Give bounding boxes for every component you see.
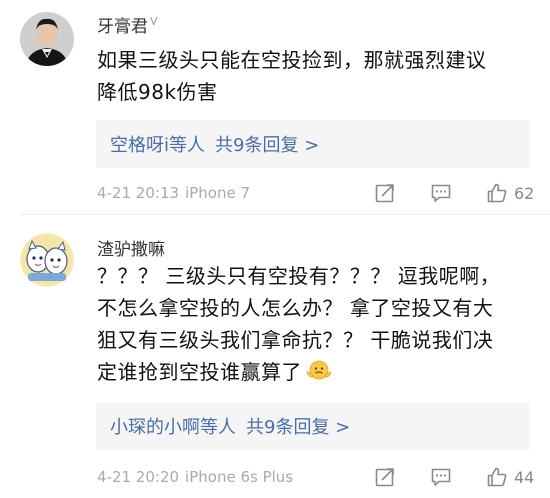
reply-count: 共9条回复 > (215, 135, 320, 156)
comment-content: 如果三级头只能在空投捡到，那就强烈建议 降低98k伤害 (97, 44, 537, 108)
comment-icon[interactable] (430, 466, 452, 488)
comment-item: 渣驴撒嘛 ？？？ 三级头只有空投有？？？ 逗我呢啊， 不怎么拿空投的人怎么办？ … (0, 215, 550, 498)
cartoon-cats-avatar-icon (20, 233, 74, 287)
timestamp-device: 4-21 20:13 iPhone 7 (97, 184, 250, 202)
comment-actions: 62 (374, 182, 536, 204)
thumbs-up-icon[interactable] (486, 182, 508, 204)
username[interactable]: 牙膏君 V (97, 12, 158, 37)
username-text: 渣驴撒嘛 (97, 240, 165, 260)
man-portrait-avatar-icon (20, 12, 74, 66)
username[interactable]: 渣驴撒嘛 (97, 235, 165, 260)
share-icon[interactable] (374, 182, 396, 204)
avatar[interactable] (20, 233, 74, 287)
replies-link[interactable]: 空格呀i等人 共9条回复 > (96, 120, 530, 168)
content-line: ？？？ 三级头只有空投有？？？ 逗我呢啊， (97, 264, 501, 288)
username-text: 牙膏君 (97, 17, 148, 37)
shrug-emoji-icon (306, 360, 332, 380)
comment-meta: 4-21 20:13 iPhone 7 62 (97, 178, 536, 208)
content-line: 不怎么拿空投的人怎么办？ 拿了空投又有大 (97, 296, 494, 320)
comment-actions: 44 (374, 466, 536, 488)
content-line: 降低98k伤害 (97, 80, 218, 104)
device: iPhone 7 (185, 184, 250, 202)
comment-item: 牙膏君 V 如果三级头只能在空投捡到，那就强烈建议 降低98k伤害 空格呀i等人 … (0, 0, 550, 215)
avatar[interactable] (20, 12, 74, 66)
thumbs-up-icon[interactable] (486, 466, 508, 488)
device: iPhone 6s Plus (185, 468, 294, 486)
share-icon[interactable] (374, 466, 396, 488)
content-line: 狙又有三级头我们拿命抗？？ 干脆说我们决 (97, 328, 494, 352)
like-count: 44 (514, 467, 535, 487)
like-count: 62 (514, 183, 535, 203)
timestamp-device: 4-21 20:20 iPhone 6s Plus (97, 468, 293, 486)
reply-count: 共9条回复 > (246, 417, 351, 438)
replies-link[interactable]: 小琛的小啊等人 共9条回复 > (96, 402, 530, 450)
comment-content: ？？？ 三级头只有空投有？？？ 逗我呢啊， 不怎么拿空投的人怎么办？ 拿了空投又… (97, 260, 537, 388)
verified-badge-icon: V (150, 15, 158, 29)
timestamp: 4-21 20:13 (97, 184, 180, 202)
content-line-text: 定谁抢到空投谁赢算了 (97, 360, 302, 384)
content-line-last: 定谁抢到空投谁赢算了 (97, 356, 537, 388)
timestamp: 4-21 20:20 (97, 468, 180, 486)
comment-meta: 4-21 20:20 iPhone 6s Plus 44 (97, 462, 536, 492)
reply-users: 空格呀i等人 (110, 135, 206, 156)
content-line: 如果三级头只能在空投捡到，那就强烈建议 (97, 48, 487, 72)
comment-icon[interactable] (430, 182, 452, 204)
reply-users: 小琛的小啊等人 (110, 417, 236, 438)
